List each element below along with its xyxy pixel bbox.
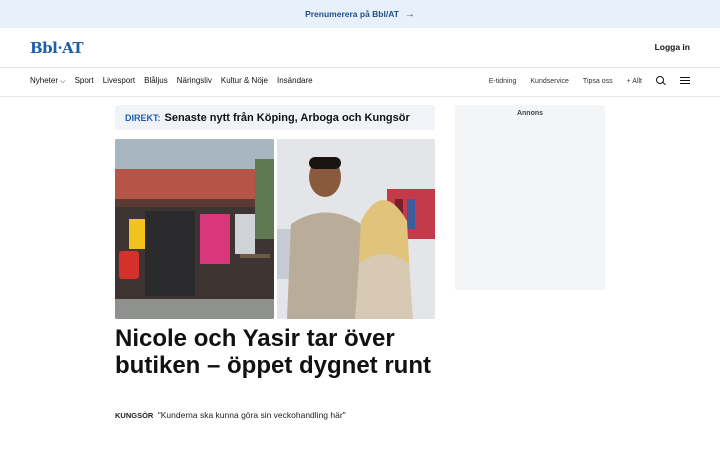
owners-photo — [276, 139, 435, 319]
nav-link-kundservice[interactable]: Kundservice — [530, 78, 569, 85]
login-button[interactable]: Logga in — [655, 42, 690, 52]
subscribe-link[interactable]: Prenumerera på Bbl/AT — [305, 9, 399, 19]
subscribe-banner[interactable]: Prenumerera på Bbl/AT → — [0, 0, 720, 28]
article-location: KUNGSÖR — [115, 411, 154, 420]
ad-slot[interactable]: Annons — [455, 105, 605, 290]
store-front-illustration — [115, 139, 274, 319]
nav-item-sport[interactable]: Sport — [75, 76, 94, 86]
store-front-photo — [115, 139, 274, 319]
arrow-right-icon: → — [404, 8, 415, 20]
article-quote: "Kunderna ska kunna göra sin veckohandli… — [157, 410, 346, 420]
nav-link-tipsa-oss[interactable]: Tipsa oss — [583, 78, 613, 85]
search-icon[interactable] — [656, 76, 666, 86]
nav-item-naringsliv[interactable]: Näringsliv — [177, 76, 212, 86]
owners-illustration — [276, 139, 435, 319]
site-logo[interactable]: Bbl·AT — [30, 39, 84, 57]
ad-label: Annons — [516, 110, 544, 117]
main-navigation: Nyheter ⌵ Sport Livesport Blåljus Näring… — [0, 68, 720, 97]
live-news-title: Senaste nytt från Köping, Arboga och Kun… — [164, 111, 410, 124]
nav-item-insandare[interactable]: Insändare — [277, 76, 313, 86]
masthead: Bbl·AT Logga in — [0, 28, 720, 68]
chevron-down-icon: ⌵ — [60, 78, 66, 85]
nav-item-livesport[interactable]: Livesport — [103, 76, 135, 86]
article-headline[interactable]: Nicole och Yasir tar över butiken – öppe… — [115, 325, 445, 379]
article-hero-image[interactable] — [115, 139, 435, 319]
nav-item-nyheter[interactable]: Nyheter ⌵ — [30, 76, 66, 86]
hamburger-menu-icon[interactable] — [680, 76, 690, 86]
article-kicker: KUNGSÖR "Kunderna ska kunna göra sin vec… — [115, 410, 346, 420]
nav-item-blaljus[interactable]: Blåljus — [144, 76, 168, 86]
nav-item-kultur-noje[interactable]: Kultur & Nöje — [221, 76, 268, 86]
live-news-banner[interactable]: DIREKT: Senaste nytt från Köping, Arboga… — [115, 105, 435, 130]
live-tag: DIREKT: — [125, 112, 161, 123]
nav-link-allt[interactable]: + Allt — [627, 78, 642, 85]
nav-link-e-tidning[interactable]: E-tidning — [489, 78, 517, 85]
